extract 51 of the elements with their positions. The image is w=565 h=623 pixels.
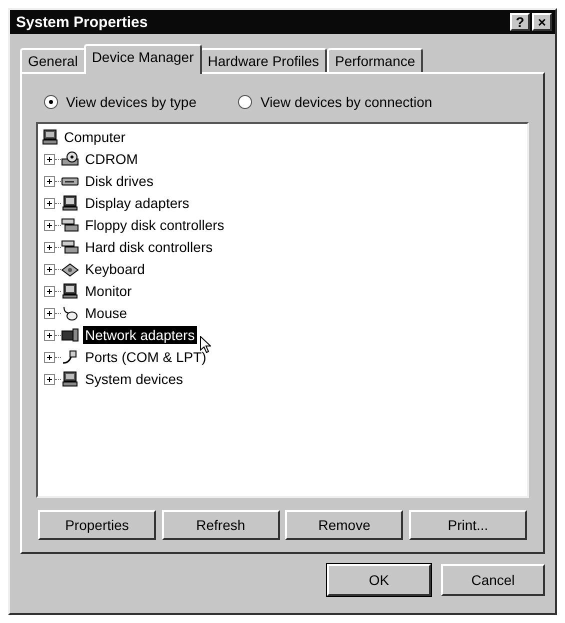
radio-icon[interactable]: [44, 95, 58, 109]
expand-icon[interactable]: [44, 374, 55, 384]
controller-icon: [61, 239, 79, 255]
expand-icon[interactable]: [44, 352, 55, 362]
tree-item[interactable]: System devices: [83, 370, 186, 388]
monitor-icon: [61, 283, 79, 299]
window-title: System Properties: [16, 14, 148, 30]
computer-icon: [42, 129, 58, 145]
tab[interactable]: Hardware Profiles: [200, 48, 328, 72]
tab[interactable]: General: [20, 48, 86, 72]
tree-item[interactable]: Hard disk controllers: [83, 238, 215, 256]
tab[interactable]: Device Manager: [84, 44, 202, 74]
ok-button[interactable]: OK: [327, 564, 431, 596]
radio-option[interactable]: View devices by type: [44, 92, 196, 112]
plug-icon: [61, 349, 79, 365]
help-button[interactable]: ?: [510, 13, 530, 31]
tree-item[interactable]: Floppy disk controllers: [83, 216, 226, 234]
cancel-button[interactable]: Cancel: [441, 564, 545, 596]
tree-item[interactable]: Mouse: [83, 304, 130, 322]
device-button[interactable]: Print...: [408, 510, 527, 540]
expand-icon[interactable]: [44, 308, 55, 318]
expand-icon[interactable]: [44, 286, 55, 296]
tree-item[interactable]: Keyboard: [83, 260, 147, 278]
tree-item[interactable]: Monitor: [83, 282, 134, 300]
expand-icon[interactable]: [44, 176, 55, 186]
network-card-icon: [61, 327, 79, 343]
device-button[interactable]: Remove: [285, 510, 404, 540]
computer-icon: [61, 371, 79, 387]
device-button[interactable]: Refresh: [162, 510, 280, 540]
cursor-icon: [200, 336, 211, 353]
tree-item[interactable]: Display adapters: [83, 194, 192, 212]
tree-item[interactable]: Ports (COM & LPT): [83, 348, 208, 366]
controller-icon: [61, 217, 79, 233]
expand-icon[interactable]: [44, 242, 55, 252]
radio-icon[interactable]: [238, 95, 252, 109]
radio-option[interactable]: View devices by connection: [238, 92, 432, 112]
mouse-icon: [61, 305, 79, 321]
tree-item[interactable]: Computer: [62, 128, 128, 146]
expand-icon[interactable]: [44, 198, 55, 208]
expand-icon[interactable]: [44, 264, 55, 274]
device-button[interactable]: Properties: [38, 510, 156, 540]
expand-icon[interactable]: [44, 154, 55, 164]
tree-item[interactable]: Network adapters: [83, 326, 197, 344]
tree-item[interactable]: CDROM: [83, 150, 140, 168]
tab[interactable]: Performance: [327, 48, 424, 72]
monitor-icon: [61, 195, 79, 211]
expand-icon[interactable]: [44, 220, 55, 230]
expand-icon[interactable]: [44, 330, 55, 340]
cd-drive-icon: [61, 151, 79, 167]
close-button[interactable]: ×: [532, 13, 552, 31]
tree-item[interactable]: Disk drives: [83, 172, 156, 190]
